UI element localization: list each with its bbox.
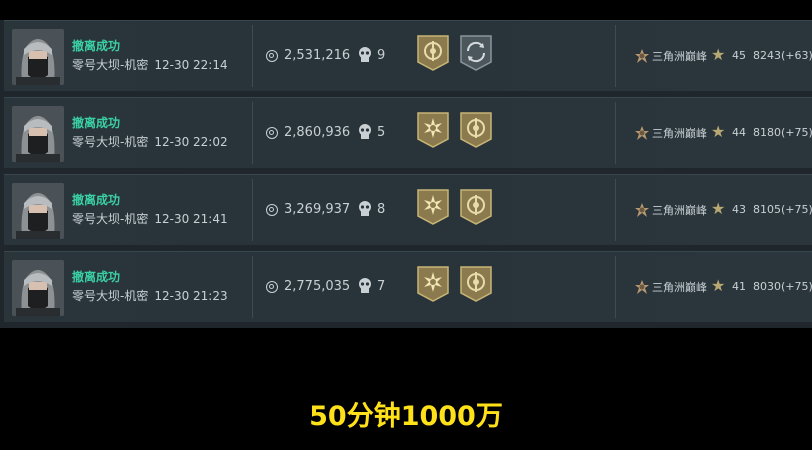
- operator-avatar: [12, 106, 64, 162]
- score-value: 8180: [753, 126, 781, 139]
- money-value: 2,860,936: [284, 125, 351, 140]
- score-value: 8030: [753, 280, 781, 293]
- divider: [252, 102, 253, 164]
- map-name: 零号大坝-机密: [72, 58, 149, 72]
- divider: [615, 25, 616, 87]
- operator-avatar: [12, 260, 64, 316]
- score-value: 8105: [753, 203, 781, 216]
- gold-emblem-icon: [460, 112, 492, 148]
- rank-name: 三角洲巅峰: [652, 204, 707, 217]
- extraction-status: 撤离成功: [72, 116, 121, 130]
- rank-name: 三角洲巅峰: [652, 281, 707, 294]
- coin-icon: [266, 204, 278, 216]
- kill-count: 8: [377, 202, 386, 217]
- star-icon: ★: [711, 45, 726, 64]
- skull-icon: [359, 201, 371, 216]
- match-meta: 零号大坝-机密 12-30 22:14: [72, 56, 228, 73]
- skull-icon: [359, 47, 371, 62]
- rank-name: 三角洲巅峰: [652, 50, 707, 63]
- level: 44: [732, 126, 746, 139]
- score-delta: (+75): [781, 280, 812, 293]
- star-icon: ★: [711, 122, 726, 141]
- sun-emblem-icon: [417, 112, 449, 148]
- sun-emblem-icon: [417, 189, 449, 225]
- skull-icon: [359, 124, 371, 139]
- divider: [252, 25, 253, 87]
- match-row[interactable]: 撤离成功 零号大坝-机密 12-30 21:41 3,269,937 8 三角洲巅…: [4, 174, 812, 245]
- rank-score: 8030(+75): [753, 280, 812, 293]
- gold-emblem-icon: [460, 266, 492, 302]
- coin-icon: [266, 281, 278, 293]
- match-time: 12-30 22:14: [154, 58, 228, 72]
- kill-count: 7: [377, 279, 386, 294]
- match-row[interactable]: 撤离成功 零号大坝-机密 12-30 22:02 2,860,936 5 三角洲巅…: [4, 97, 812, 168]
- rank-score: 8105(+75): [753, 203, 812, 216]
- match-time: 12-30 21:23: [154, 289, 228, 303]
- match-meta: 零号大坝-机密 12-30 22:02: [72, 133, 228, 150]
- extraction-status: 撤离成功: [72, 193, 121, 207]
- kill-count: 5: [377, 125, 386, 140]
- score-delta: (+75): [781, 126, 812, 139]
- sun-emblem-icon: [417, 266, 449, 302]
- money-value: 2,531,216: [284, 48, 351, 63]
- match-row[interactable]: 撤离成功 零号大坝-机密 12-30 21:23 2,775,035 7 三角洲巅…: [4, 251, 812, 322]
- match-meta: 零号大坝-机密 12-30 21:23: [72, 287, 228, 304]
- match-time: 12-30 22:02: [154, 135, 228, 149]
- rank-emblem-icon: [635, 280, 649, 294]
- kill-count: 9: [377, 48, 386, 63]
- match-meta: 零号大坝-机密 12-30 21:41: [72, 210, 228, 227]
- gold-emblem-icon: [460, 189, 492, 225]
- score-value: 8243: [753, 49, 781, 62]
- score-delta: (+63): [781, 49, 812, 62]
- divider: [615, 256, 616, 318]
- refresh-emblem-icon: [460, 35, 492, 71]
- rank-score: 8243(+63): [753, 49, 812, 62]
- star-icon: ★: [711, 276, 726, 295]
- level: 45: [732, 49, 746, 62]
- divider: [252, 256, 253, 318]
- operator-avatar: [12, 183, 64, 239]
- match-history-panel: 撤离成功 零号大坝-机密 12-30 22:14 2,531,216 9 三角洲巅…: [0, 20, 812, 328]
- score-delta: (+75): [781, 203, 812, 216]
- money-value: 3,269,937: [284, 202, 351, 217]
- star-icon: ★: [711, 199, 726, 218]
- coin-icon: [266, 127, 278, 139]
- divider: [615, 179, 616, 241]
- divider: [615, 102, 616, 164]
- extraction-status: 撤离成功: [72, 270, 121, 284]
- match-time: 12-30 21:41: [154, 212, 228, 226]
- extraction-status: 撤离成功: [72, 39, 121, 53]
- match-row[interactable]: 撤离成功 零号大坝-机密 12-30 22:14 2,531,216 9 三角洲巅…: [4, 20, 812, 91]
- map-name: 零号大坝-机密: [72, 289, 149, 303]
- rank-emblem-icon: [635, 203, 649, 217]
- operator-avatar: [12, 29, 64, 85]
- level: 43: [732, 203, 746, 216]
- rank-emblem-icon: [635, 126, 649, 140]
- rank-emblem-icon: [635, 49, 649, 63]
- gold-emblem-icon: [417, 35, 449, 71]
- coin-icon: [266, 50, 278, 62]
- video-caption: 50分钟1000万: [309, 401, 503, 432]
- divider: [252, 179, 253, 241]
- rank-score: 8180(+75): [753, 126, 812, 139]
- level: 41: [732, 280, 746, 293]
- map-name: 零号大坝-机密: [72, 135, 149, 149]
- map-name: 零号大坝-机密: [72, 212, 149, 226]
- skull-icon: [359, 278, 371, 293]
- rank-name: 三角洲巅峰: [652, 127, 707, 140]
- money-value: 2,775,035: [284, 279, 351, 294]
